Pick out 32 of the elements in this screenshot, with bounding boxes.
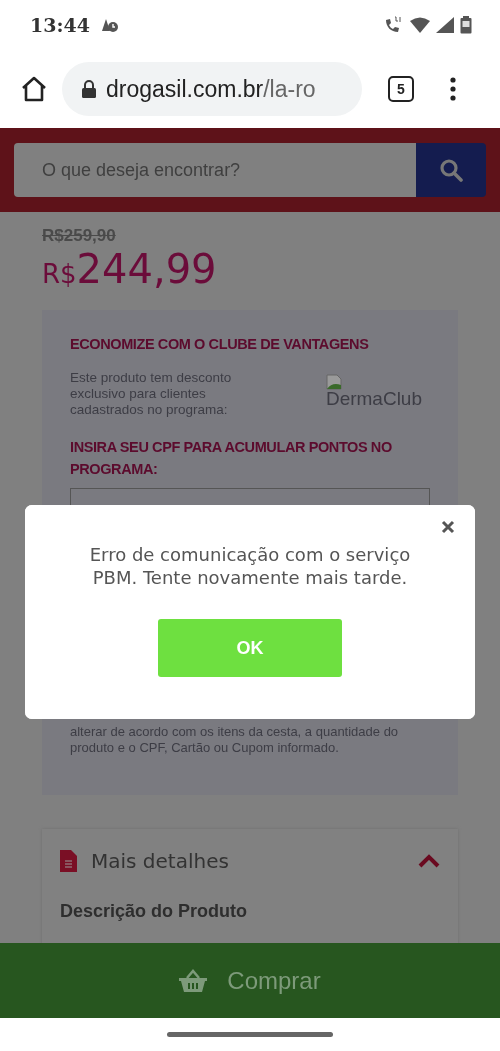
signal-icon: [436, 17, 454, 33]
close-icon: [441, 520, 455, 534]
club-description: Este produto tem desconto exclusivo para clientes cadastrados no programa:: [70, 370, 233, 418]
ok-button[interactable]: OK: [158, 619, 342, 677]
note-text: alterar de acordo com os itens da cesta, a quantidade do: [70, 724, 400, 740]
address-bar[interactable]: drogasil.com.br/la-ro: [62, 62, 362, 116]
error-message: Erro de comunicação com o serviço PBM. Tente novamente mais tarde.: [88, 543, 412, 589]
broken-image-icon: [325, 374, 342, 390]
lock-icon: [82, 80, 96, 98]
location-clock-icon: [99, 17, 120, 33]
logo-alt-text: DermaClub: [325, 390, 422, 408]
search-icon: [439, 158, 463, 182]
price: 244,99: [76, 246, 217, 292]
search-button[interactable]: [416, 143, 486, 197]
details-title[interactable]: Mais detalhes: [91, 849, 404, 873]
home-icon[interactable]: [20, 75, 48, 103]
search-field[interactable]: O que deseja encontrar?: [14, 143, 416, 197]
battery-icon: [460, 16, 472, 34]
call-icon: [384, 16, 404, 34]
note-text: produto e o CPF, Cartão ou Cupom informado.: [70, 740, 340, 756]
tab-count-button[interactable]: 5: [388, 76, 414, 102]
wifi-icon: [410, 17, 430, 33]
buy-button[interactable]: Comprar: [0, 943, 500, 1018]
cpf-heading: INSIRA SEU CPF PARA ACUMULAR PONTOS NO PROGRAMA:: [70, 438, 393, 479]
club-heading: ECONOMIZE COM O CLUBE DE VANTAGENS: [70, 336, 370, 352]
description-heading: Descrição do Produto: [60, 901, 248, 922]
basket-icon: [179, 968, 208, 993]
currency-symbol: R$: [42, 259, 77, 289]
chevron-up-icon[interactable]: [418, 854, 440, 868]
menu-icon[interactable]: [450, 77, 456, 101]
clock-time: 13:44: [30, 14, 90, 36]
document-icon: [60, 850, 77, 872]
